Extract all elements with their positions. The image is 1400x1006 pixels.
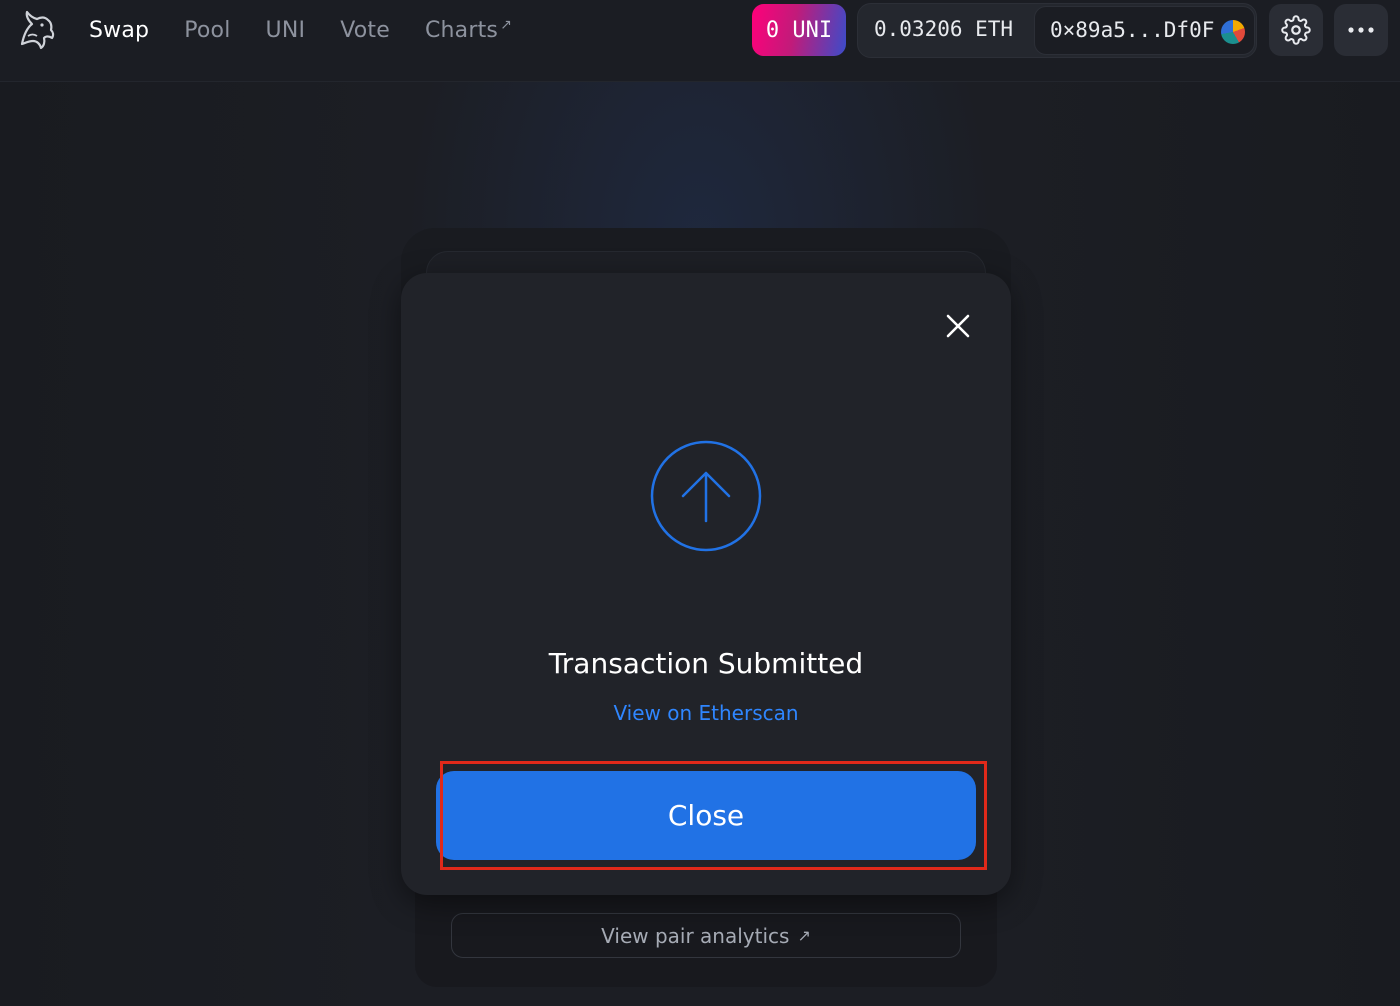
modal-title: Transaction Submitted bbox=[548, 647, 864, 680]
wallet-info: 0.03206 ETH 0×89a5...Df0F bbox=[857, 3, 1257, 58]
nav-vote-label: Vote bbox=[340, 18, 390, 43]
ellipsis-icon bbox=[1348, 27, 1374, 33]
top-header: Swap Pool UNI Vote Charts ↗ 0 UNI 0.0320… bbox=[0, 0, 1400, 82]
more-options-button[interactable] bbox=[1334, 4, 1388, 56]
arrow-up-circle-icon bbox=[650, 440, 762, 552]
external-link-icon: ↗ bbox=[500, 17, 513, 33]
page: View pair analytics ↗ Swap Pool UNI Vote… bbox=[0, 0, 1400, 1006]
external-link-icon: ↗ bbox=[797, 926, 811, 945]
eth-balance: 0.03206 ETH bbox=[874, 17, 1014, 41]
identicon-avatar bbox=[1221, 20, 1245, 44]
close-button[interactable]: Close bbox=[436, 771, 976, 860]
nav-charts-label: Charts bbox=[424, 18, 499, 43]
transaction-submitted-modal: Transaction Submitted View on Etherscan … bbox=[401, 273, 1011, 895]
nav-pool[interactable]: Pool bbox=[184, 16, 230, 46]
uni-balance-badge[interactable]: 0 UNI bbox=[752, 4, 846, 56]
nav-uni[interactable]: UNI bbox=[266, 16, 306, 46]
nav-swap-label: Swap bbox=[89, 18, 150, 43]
nav-uni-label: UNI bbox=[265, 18, 306, 43]
view-pair-analytics-label: View pair analytics bbox=[601, 923, 790, 948]
account-address-button[interactable]: 0×89a5...Df0F bbox=[1034, 6, 1255, 55]
nav-charts[interactable]: Charts ↗ bbox=[425, 16, 512, 46]
nav-swap[interactable]: Swap bbox=[89, 16, 149, 46]
settings-button[interactable] bbox=[1269, 4, 1323, 56]
view-on-etherscan-link[interactable]: View on Etherscan bbox=[401, 701, 1011, 725]
view-pair-analytics-button[interactable]: View pair analytics ↗ bbox=[451, 913, 961, 958]
main-nav: Swap Pool UNI Vote Charts ↗ bbox=[89, 16, 512, 46]
nav-pool-label: Pool bbox=[184, 18, 231, 43]
gear-icon bbox=[1281, 15, 1311, 45]
close-icon[interactable] bbox=[943, 311, 973, 341]
nav-vote[interactable]: Vote bbox=[340, 16, 390, 46]
account-address: 0×89a5...Df0F bbox=[1050, 18, 1215, 42]
uniswap-unicorn-icon[interactable] bbox=[14, 8, 58, 52]
